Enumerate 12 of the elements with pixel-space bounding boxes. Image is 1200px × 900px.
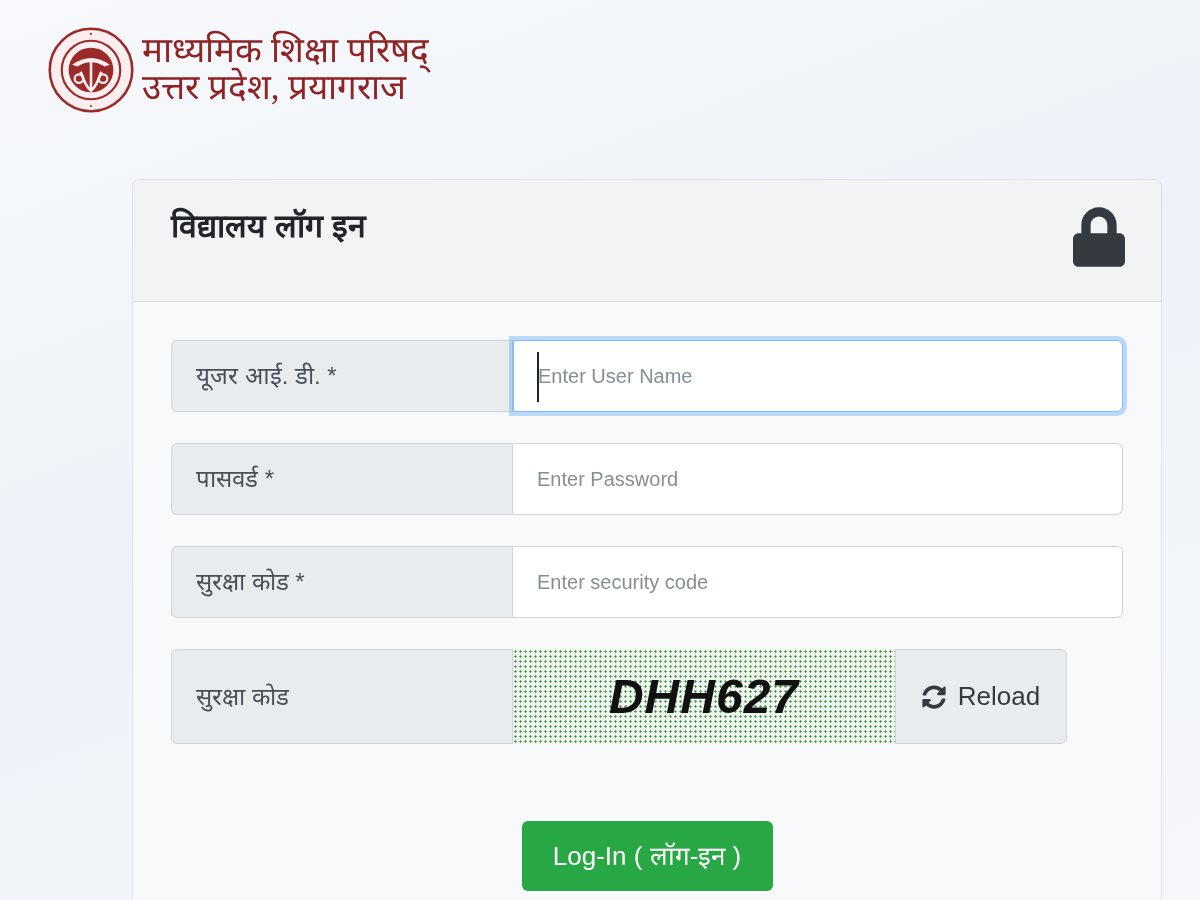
lock-icon [1073, 207, 1125, 267]
input-field[interactable]: Enter security code [513, 546, 1123, 618]
text-cursor [537, 352, 539, 402]
input-field[interactable]: Enter User Name [513, 340, 1123, 412]
field-label: सुरक्षा कोड [171, 649, 513, 744]
input-field[interactable]: Enter Password [513, 443, 1123, 515]
field-label: यूजर आई. डी. * [171, 340, 513, 412]
reload-icon [921, 684, 946, 709]
reload-button[interactable]: Reload [895, 649, 1067, 744]
field-label: सुरक्षा कोड * [171, 546, 513, 618]
card-title: विद्यालय लॉग इन [171, 206, 366, 246]
field-label: पासवर्ड * [171, 443, 513, 515]
